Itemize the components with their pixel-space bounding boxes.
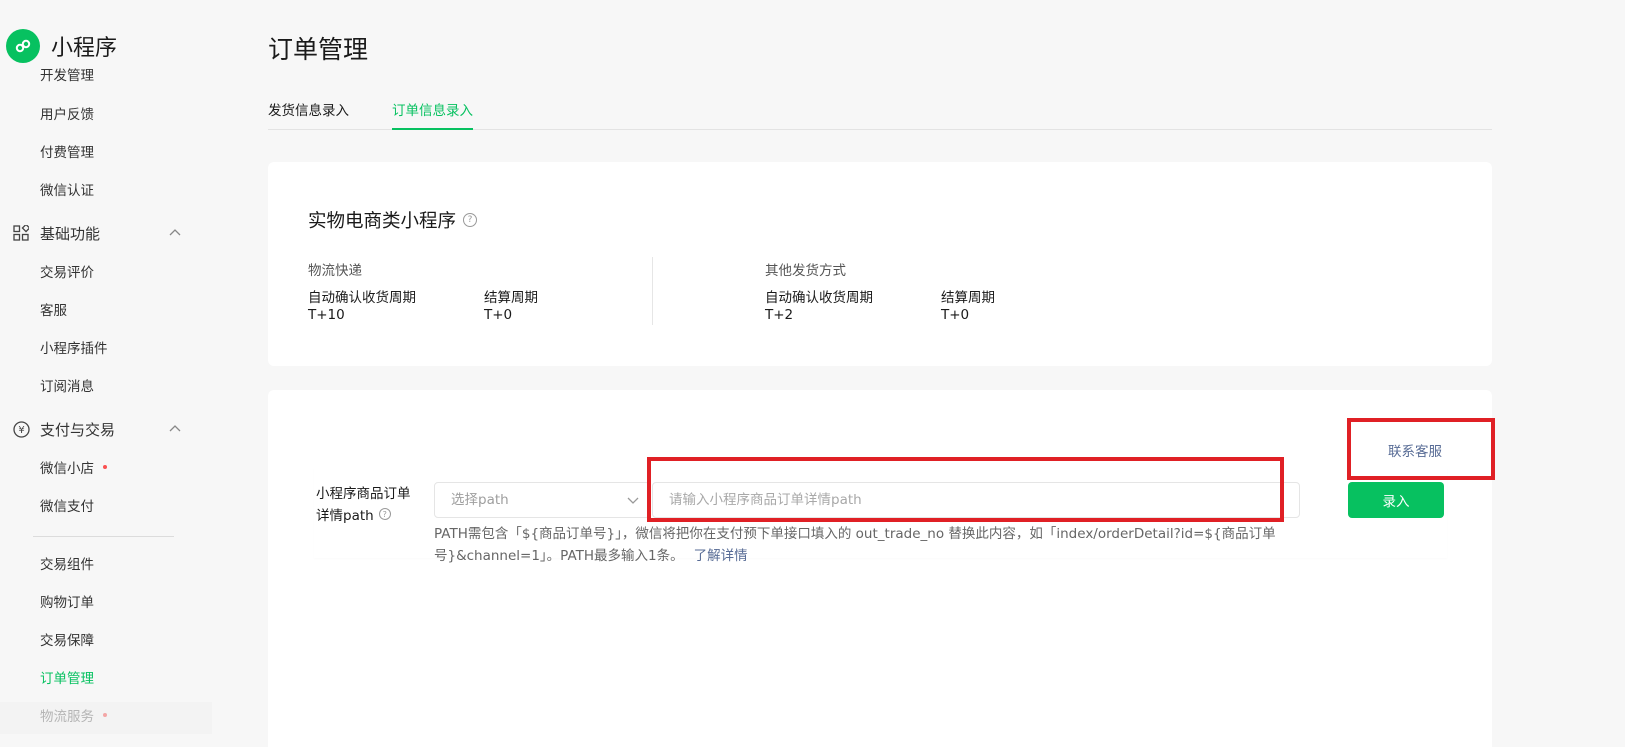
tab-shipping-entry[interactable]: 发货信息录入 bbox=[268, 99, 349, 130]
sidebar-item-service[interactable]: 客服 bbox=[40, 301, 67, 321]
field-label: 自动确认收货周期 bbox=[765, 290, 873, 306]
card-title: 实物电商类小程序 ? bbox=[308, 207, 478, 233]
page-title: 订单管理 bbox=[268, 35, 369, 64]
sidebar-item-logistics[interactable]: 物流服务 bbox=[40, 707, 107, 727]
notice-dot bbox=[103, 465, 107, 469]
sidebar-item-shop[interactable]: 微信小店 bbox=[40, 459, 107, 479]
learn-more-link[interactable]: 了解详情 bbox=[694, 548, 748, 564]
group-heading: 物流快递 bbox=[308, 263, 362, 279]
notice-dot bbox=[103, 713, 107, 717]
sidebar-item-guarantee[interactable]: 交易保障 bbox=[40, 631, 94, 651]
group-heading: 其他发货方式 bbox=[765, 263, 846, 279]
miniprogram-logo-icon bbox=[6, 29, 40, 63]
question-circle-icon[interactable]: ? bbox=[463, 213, 478, 227]
app-title: 小程序 bbox=[51, 36, 118, 61]
field-label-text: 详情path bbox=[316, 508, 374, 524]
field-value: T+0 bbox=[484, 307, 513, 323]
sidebar-section-pay[interactable]: ¥ 支付与交易 bbox=[12, 418, 182, 440]
field-value: T+2 bbox=[765, 307, 794, 323]
field-label: 小程序商品订单 bbox=[316, 486, 411, 502]
tab-bar: 发货信息录入 订单信息录入 bbox=[268, 96, 1492, 130]
field-value: T+10 bbox=[308, 307, 345, 323]
submit-button[interactable]: 录入 bbox=[1348, 482, 1444, 518]
sidebar-item-plugin[interactable]: 小程序插件 bbox=[40, 339, 108, 359]
sidebar-item-orders[interactable]: 购物订单 bbox=[40, 593, 94, 613]
field-label: 结算周期 bbox=[484, 290, 538, 306]
merchant-type-card: 实物电商类小程序 ? 物流快递 自动确认收货周期 T+10 结算周期 T+0 其… bbox=[268, 162, 1492, 366]
tab-order-entry[interactable]: 订单信息录入 bbox=[392, 99, 473, 130]
sidebar-item-billing[interactable]: 付费管理 bbox=[40, 143, 94, 163]
sidebar-section-label: 支付与交易 bbox=[40, 420, 116, 439]
sidebar-item-review[interactable]: 交易评价 bbox=[40, 263, 94, 283]
sidebar-item-dev[interactable]: 开发管理 bbox=[40, 66, 94, 86]
field-label: 自动确认收货周期 bbox=[308, 290, 416, 306]
card-title-text: 实物电商类小程序 bbox=[308, 211, 457, 232]
sidebar-item-component[interactable]: 交易组件 bbox=[40, 555, 94, 575]
svg-text:¥: ¥ bbox=[18, 425, 24, 436]
path-select[interactable]: 选择path bbox=[434, 482, 650, 518]
yuan-icon: ¥ bbox=[12, 420, 30, 438]
select-placeholder: 选择path bbox=[451, 492, 509, 508]
sidebar-item-verify[interactable]: 微信认证 bbox=[40, 181, 94, 201]
sidebar-item-feedback[interactable]: 用户反馈 bbox=[40, 105, 94, 125]
sidebar-item-label: 微信小店 bbox=[40, 461, 94, 477]
app-logo[interactable]: 小程序 bbox=[6, 28, 212, 64]
sidebar-item-wxpay[interactable]: 微信支付 bbox=[40, 497, 94, 517]
group-divider bbox=[652, 257, 653, 325]
highlight-contact-box bbox=[1347, 418, 1495, 480]
highlight-input-box bbox=[647, 457, 1284, 522]
grid-icon bbox=[12, 224, 30, 242]
field-label: 详情path ? bbox=[316, 504, 391, 524]
order-path-card: 联系客服 小程序商品订单 详情path ? 选择path 录入 PATH需包含「… bbox=[268, 390, 1492, 747]
hint-text: PATH需包含「${商品订单号}」，微信将把你在支付预下单接口填入的 out_t… bbox=[434, 526, 1276, 564]
path-hint: PATH需包含「${商品订单号}」，微信将把你在支付预下单接口填入的 out_t… bbox=[434, 523, 1294, 567]
sidebar-divider bbox=[33, 536, 174, 537]
sidebar-item-order-management[interactable]: 订单管理 bbox=[40, 669, 94, 689]
sidebar: 开发管理 小程序 用户反馈 付费管理 微信认证 基础功能 交易评价 客服 小程序… bbox=[0, 0, 212, 747]
question-circle-icon[interactable]: ? bbox=[378, 508, 391, 520]
sidebar-item-label: 物流服务 bbox=[40, 709, 94, 725]
sidebar-section-basic[interactable]: 基础功能 bbox=[12, 222, 182, 244]
chevron-up-icon bbox=[169, 425, 181, 432]
sidebar-section-label: 基础功能 bbox=[40, 224, 101, 243]
field-label: 结算周期 bbox=[941, 290, 995, 306]
chevron-up-icon bbox=[169, 229, 181, 236]
sidebar-item-subscribe[interactable]: 订阅消息 bbox=[40, 377, 94, 397]
chevron-down-icon bbox=[627, 497, 639, 504]
field-value: T+0 bbox=[941, 307, 970, 323]
